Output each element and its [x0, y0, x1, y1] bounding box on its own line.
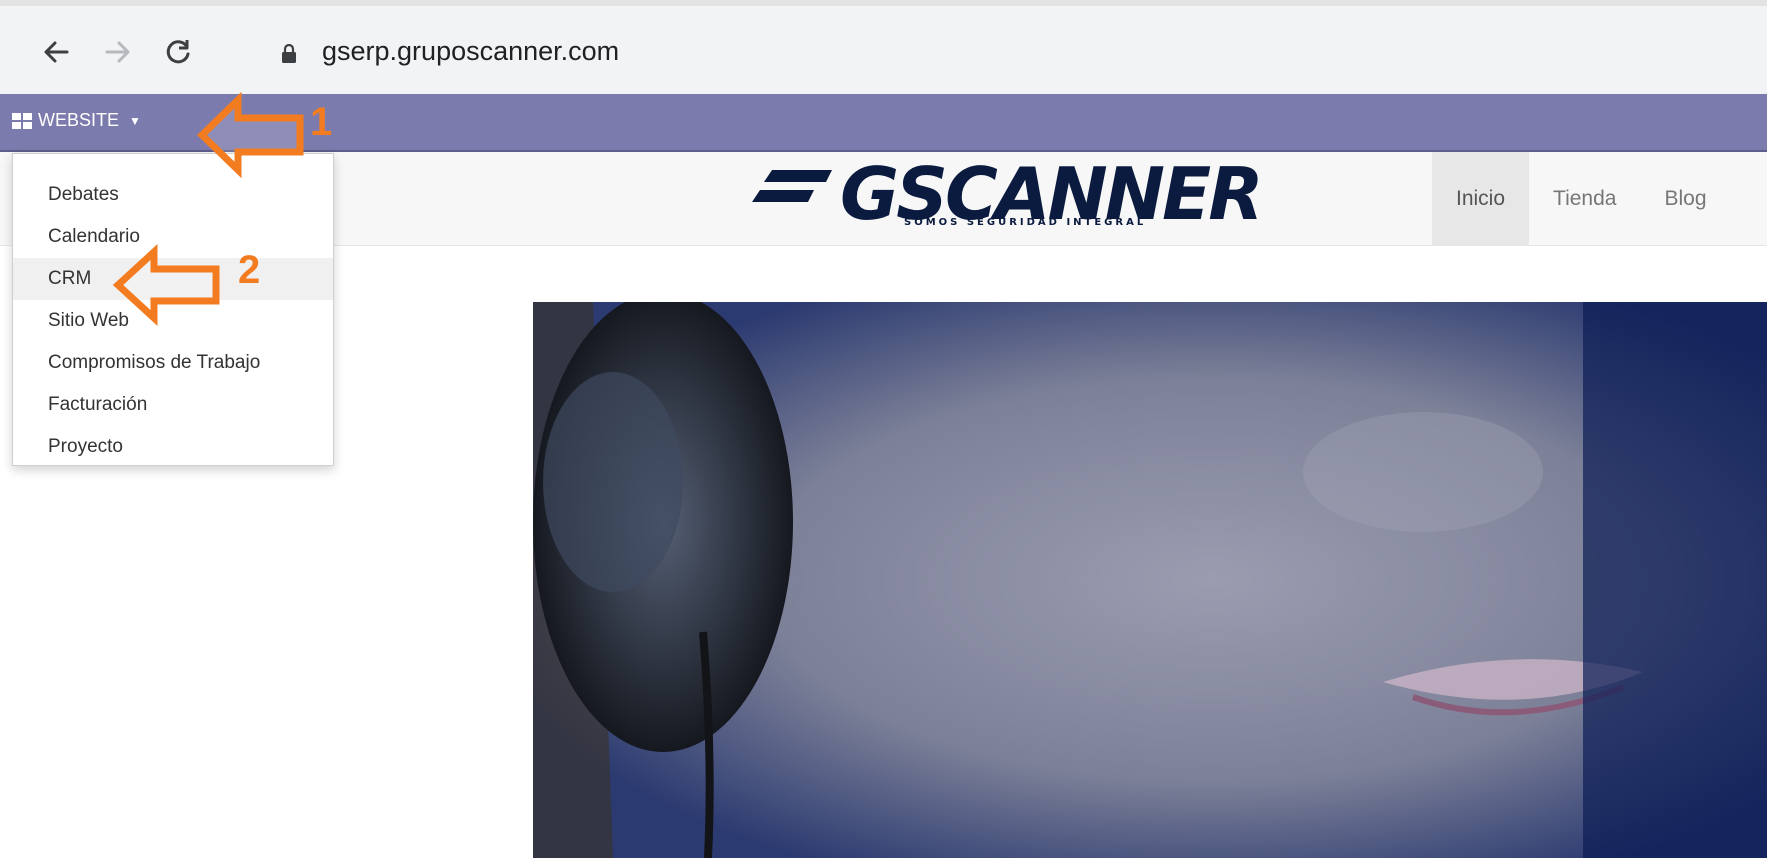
url-text[interactable]: gserp.gruposcanner.com: [322, 36, 619, 67]
forward-arrow-icon: [105, 41, 130, 63]
apps-grid-icon: [12, 112, 32, 129]
menu-item-proyecto[interactable]: Proyecto: [13, 426, 333, 468]
reload-button[interactable]: [160, 34, 196, 70]
annotation-arrow-2-icon: [112, 244, 220, 326]
app-menu-label: WEBSITE: [38, 110, 120, 130]
logo-wing-icon: [752, 170, 832, 202]
forward-button[interactable]: [100, 34, 136, 70]
back-arrow-icon: [44, 41, 69, 63]
back-button[interactable]: [38, 34, 74, 70]
nav-tienda[interactable]: Tienda: [1529, 152, 1640, 245]
menu-item-facturacion[interactable]: Facturación: [13, 384, 333, 426]
hero-image: [533, 302, 1767, 858]
annotation-arrow-1-icon: [196, 92, 304, 178]
annotation-number-1: 1: [310, 100, 333, 144]
lock-icon: [282, 44, 296, 63]
browser-toolbar: gserp.gruposcanner.com: [0, 0, 1767, 94]
hero-illustration: [533, 302, 1767, 858]
nav-inicio[interactable]: Inicio: [1432, 152, 1530, 245]
website-app-menu[interactable]: WEBSITE ▼: [12, 110, 141, 131]
caret-down-icon: ▼: [129, 113, 141, 128]
annotation-number-2: 2: [238, 248, 261, 292]
menu-item-debates[interactable]: Debates: [13, 174, 333, 216]
menu-item-compromisos-de-trabajo[interactable]: Compromisos de Trabajo: [13, 342, 333, 384]
nav-blog[interactable]: Blog: [1640, 152, 1730, 245]
site-nav: Inicio Tienda Blog: [1432, 152, 1731, 245]
site-tagline: SOMOS SEGURIDAD INTEGRAL: [904, 217, 1147, 228]
reload-icon: [166, 40, 190, 64]
